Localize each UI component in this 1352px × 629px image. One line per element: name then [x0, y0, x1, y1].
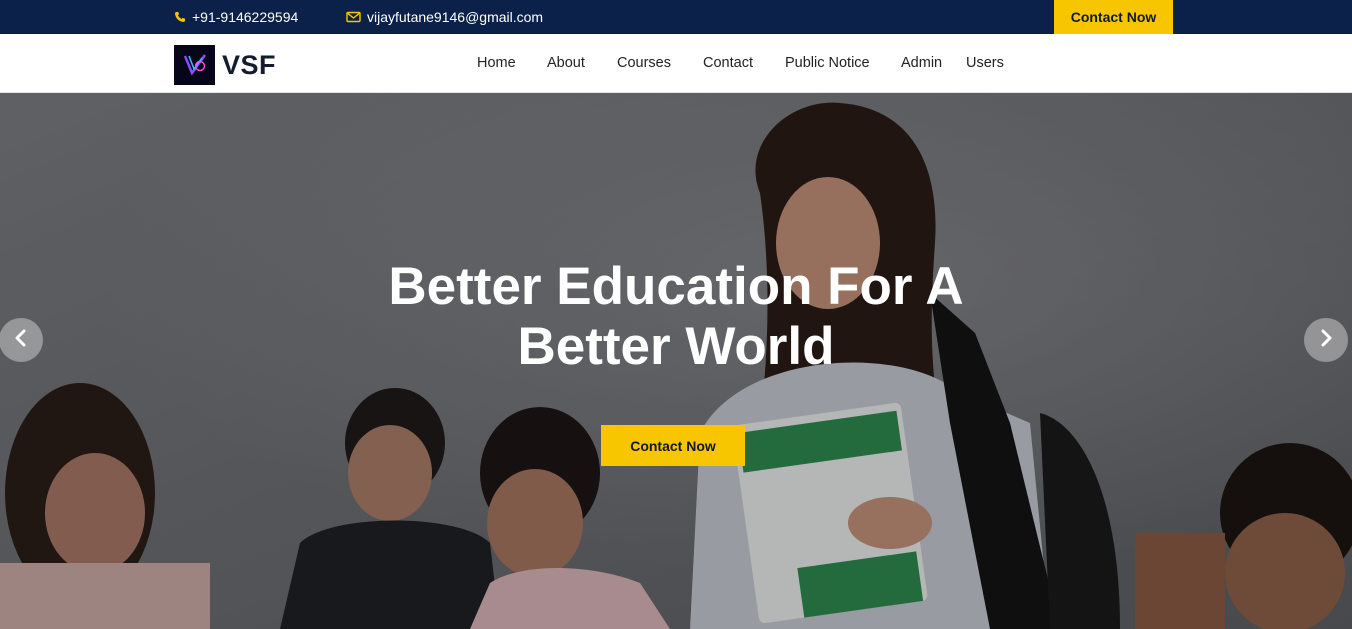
envelope-icon [346, 11, 361, 23]
hero-title-line1: Better Education For A [388, 257, 964, 316]
main-navbar: VSF Home About Courses Contact Public No… [0, 34, 1352, 93]
nav-item-users[interactable]: Users [966, 34, 1004, 93]
hero-title: Better Education For A Better World [296, 257, 1056, 377]
nav-item-admin[interactable]: Admin [901, 34, 942, 93]
nav-item-home[interactable]: Home [477, 34, 516, 93]
primary-nav: Home About Courses Contact Public Notice… [0, 34, 1352, 93]
nav-item-public-notice[interactable]: Public Notice [785, 34, 870, 93]
email-contact[interactable]: vijayfutane9146@gmail.com [346, 0, 543, 34]
phone-number: +91-9146229594 [192, 9, 299, 25]
email-address: vijayfutane9146@gmail.com [367, 9, 544, 25]
phone-contact[interactable]: +91-9146229594 [174, 0, 298, 34]
top-contact-bar: +91-9146229594 vijayfutane9146@gmail.com… [0, 0, 1352, 34]
top-contact-now-button[interactable]: Contact Now [1054, 0, 1173, 34]
hero-title-line2: Better World [517, 317, 835, 376]
nav-item-contact[interactable]: Contact [703, 34, 753, 93]
nav-item-courses[interactable]: Courses [617, 34, 671, 93]
phone-icon [174, 11, 186, 23]
carousel-prev-button[interactable] [0, 318, 43, 362]
hero-contact-now-button[interactable]: Contact Now [601, 425, 745, 466]
carousel-next-button[interactable] [1304, 318, 1348, 362]
chevron-right-icon [1319, 329, 1333, 352]
nav-item-about[interactable]: About [547, 34, 585, 93]
hero-carousel: Better Education For A Better World Cont… [0, 93, 1352, 629]
chevron-left-icon [14, 329, 28, 352]
